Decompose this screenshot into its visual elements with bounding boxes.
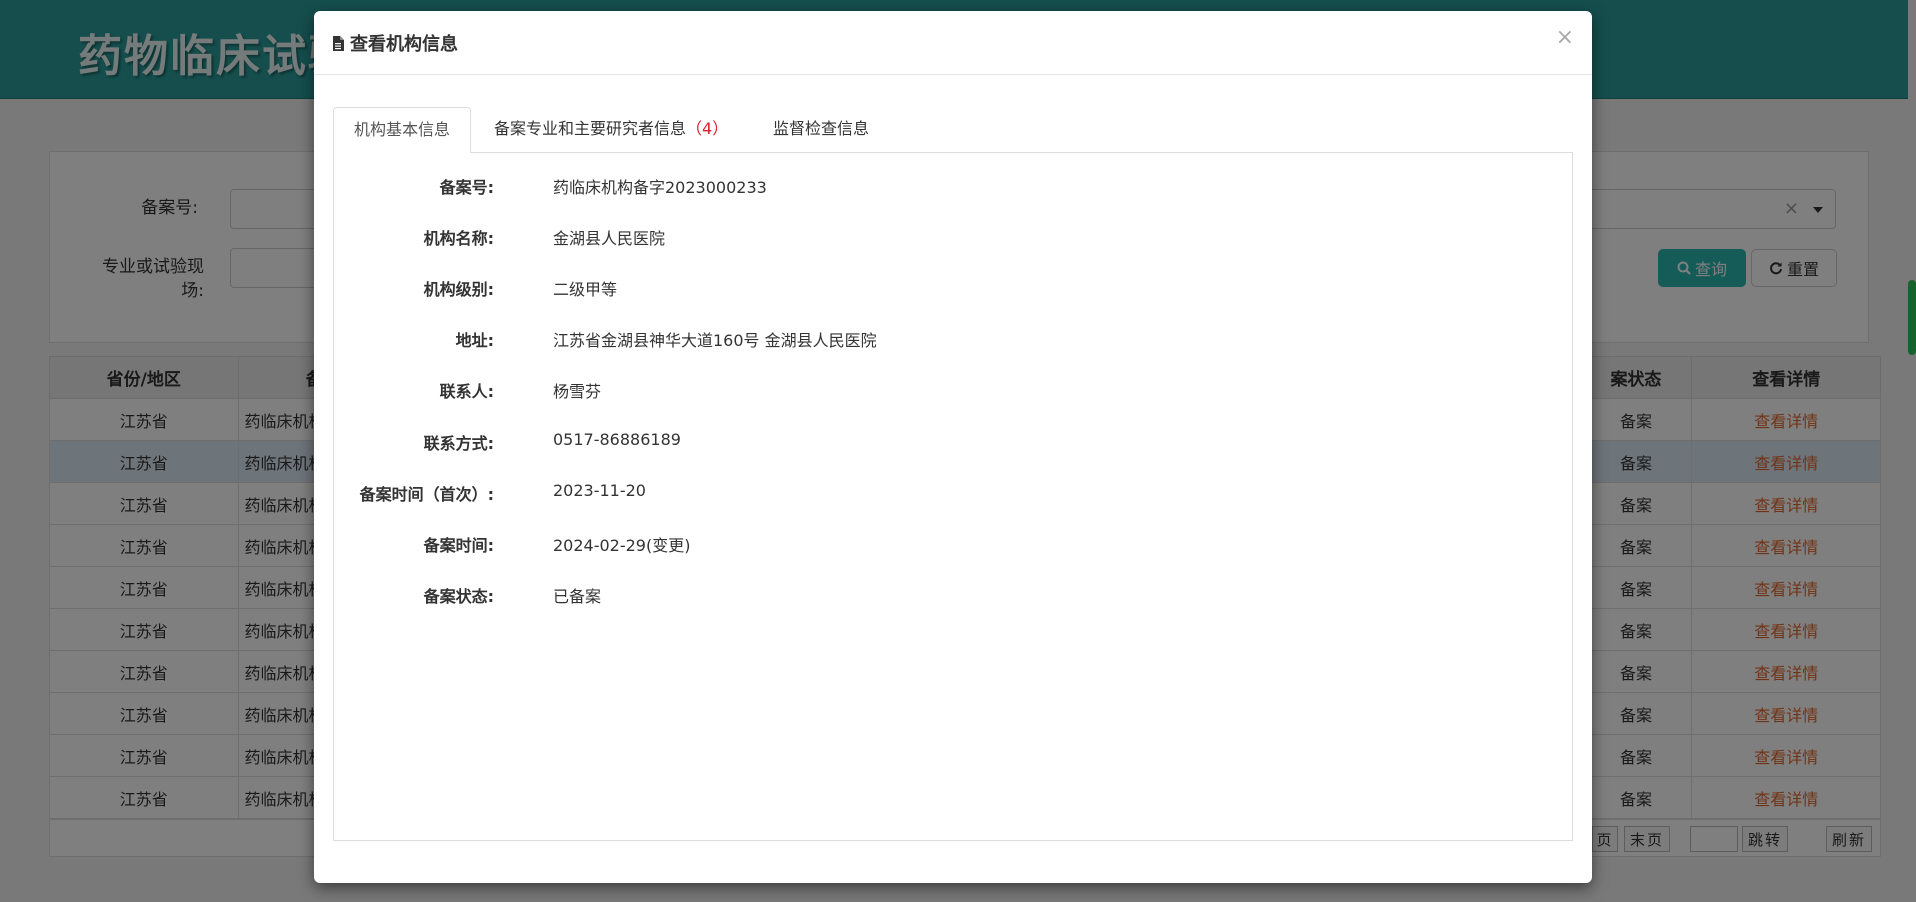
tab-specialties-investigators[interactable]: 备案专业和主要研究者信息（4）: [474, 107, 748, 153]
institution-info-modal: 查看机构信息 × 机构基本信息 备案专业和主要研究者信息（4） 监督检查信息 备…: [314, 11, 1592, 883]
info-row-level: 机构级别: 二级甲等: [423, 280, 618, 299]
info-row-contact-phone: 联系方式: 0517-86886189: [423, 430, 681, 453]
info-row-address: 地址: 江苏省金湖县神华大道160号 金湖县人民医院: [455, 331, 877, 350]
modal-title: 查看机构信息: [332, 30, 458, 56]
info-row-record-no: 备案号: 药临床机构备字2023000233: [439, 178, 767, 197]
info-row-contact-person: 联系人: 杨雪芬: [439, 382, 602, 401]
info-row-record-status: 备案状态: 已备案: [423, 587, 602, 606]
modal-tabs: 机构基本信息 备案专业和主要研究者信息（4） 监督检查信息: [333, 95, 1573, 153]
info-row-record-date: 备案时间: 2024-02-29(变更): [423, 536, 691, 555]
close-icon[interactable]: ×: [1556, 25, 1574, 50]
modal-header: 查看机构信息 ×: [314, 11, 1592, 75]
file-icon: [333, 35, 344, 51]
basic-info-pane: 备案号: 药临床机构备字2023000233 机构名称: 金湖县人民医院 机构级…: [333, 152, 1573, 841]
info-row-first-record-date: 备案时间（首次）: 2023-11-20: [359, 481, 646, 504]
tab-count-badge: （4）: [686, 119, 729, 138]
tab-basic-info[interactable]: 机构基本信息: [333, 107, 472, 153]
modal-title-text: 查看机构信息: [350, 34, 458, 55]
tab-inspection-info[interactable]: 监督检查信息: [753, 107, 889, 153]
info-row-institution-name: 机构名称: 金湖县人民医院: [423, 229, 666, 248]
